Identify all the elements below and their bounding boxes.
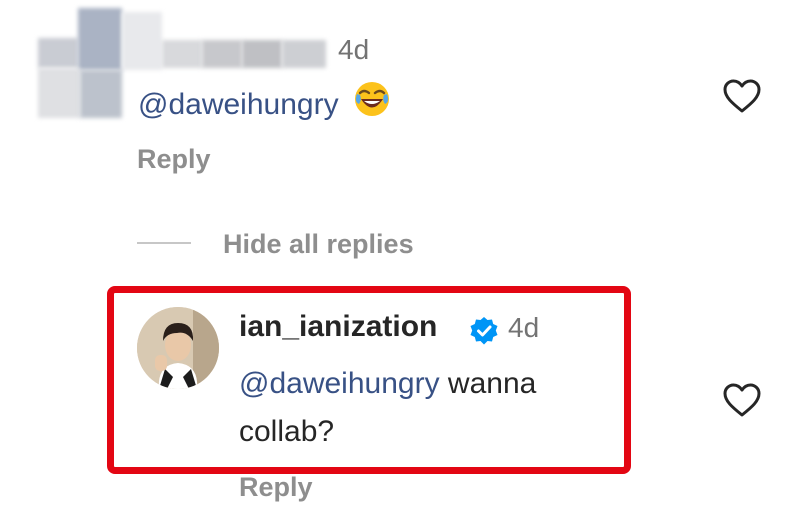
replies-divider <box>137 242 191 244</box>
hide-replies-button[interactable]: Hide all replies <box>223 229 414 260</box>
heart-icon[interactable] <box>722 382 762 418</box>
reply-button[interactable]: Reply <box>239 472 313 503</box>
username-link[interactable]: ian_ianization <box>239 310 437 344</box>
mention-link[interactable]: @daweihungry <box>239 367 440 400</box>
mention-link[interactable]: @daweihungry <box>138 88 339 121</box>
avatar[interactable] <box>137 307 219 389</box>
heart-icon[interactable] <box>722 78 762 114</box>
verified-badge-icon <box>469 316 499 346</box>
comment-timestamp[interactable]: 4d <box>508 312 539 344</box>
reply-text: @daweihungry wanna collab? <box>239 360 609 456</box>
laughing-emoji-icon <box>353 80 391 127</box>
comment-text: @daweihungry <box>138 80 391 127</box>
reply-button[interactable]: Reply <box>137 144 211 175</box>
comment-timestamp[interactable]: 4d <box>338 34 369 66</box>
